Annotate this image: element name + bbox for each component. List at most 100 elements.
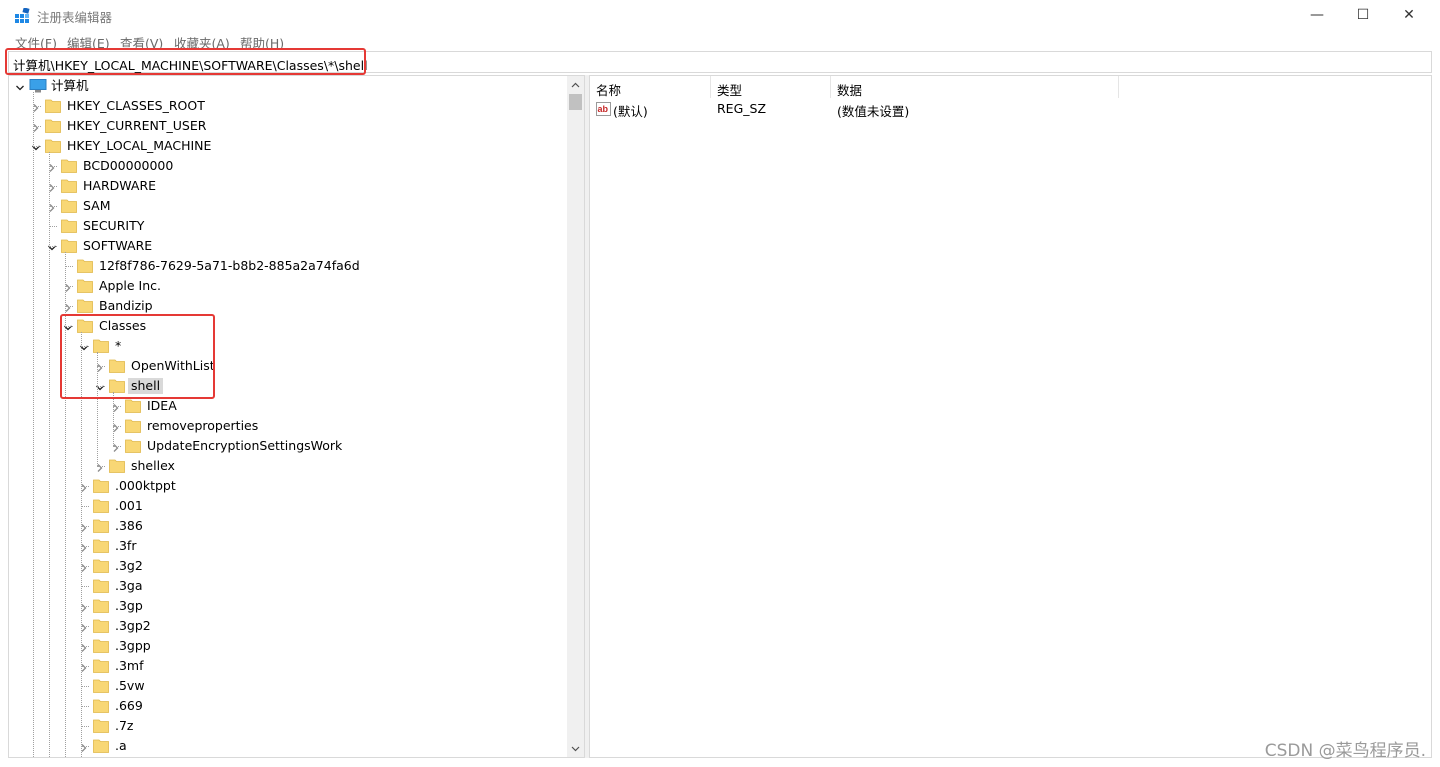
tree-node[interactable]: OpenWithList	[9, 356, 569, 376]
folder-icon	[77, 279, 93, 293]
tree-node[interactable]: removeproperties	[9, 416, 569, 436]
close-button[interactable]: ✕	[1386, 0, 1432, 30]
folder-icon	[93, 739, 109, 753]
tree-connector-line	[81, 706, 89, 707]
address-bar[interactable]: 计算机\HKEY_LOCAL_MACHINE\SOFTWARE\Classes\…	[8, 51, 1432, 73]
folder-icon	[61, 239, 77, 253]
tree-node[interactable]: .3gpp	[9, 636, 569, 656]
tree-node[interactable]: Classes	[9, 316, 569, 336]
tree-connector-line	[81, 606, 89, 607]
scroll-down-button[interactable]	[567, 740, 584, 757]
tree-node-label: .a	[115, 738, 127, 753]
tree-node[interactable]: Bandizip	[9, 296, 569, 316]
tree-node[interactable]: .3gp2	[9, 616, 569, 636]
tree-node-label: SAM	[83, 198, 111, 213]
tree-node[interactable]: .386	[9, 516, 569, 536]
tree-node[interactable]: HKEY_CURRENT_USER	[9, 116, 569, 136]
tree-node[interactable]: BCD00000000	[9, 156, 569, 176]
value-list-pane[interactable]: 名称 类型 数据 ab (默认) REG_SZ (数值未设置)	[589, 75, 1432, 758]
tree-node[interactable]: .5vw	[9, 676, 569, 696]
tree-connector-line	[81, 726, 89, 727]
tree-connector-line	[81, 646, 89, 647]
tree-node[interactable]: SOFTWARE	[9, 236, 569, 256]
folder-icon	[45, 99, 61, 113]
tree-node[interactable]: 12f8f786-7629-5a71-b8b2-885a2a74fa6d	[9, 256, 569, 276]
tree-node[interactable]: HKEY_CLASSES_ROOT	[9, 96, 569, 116]
tree-node[interactable]: .3gp	[9, 596, 569, 616]
tree-node-label: .3gp	[115, 598, 143, 613]
scroll-up-button[interactable]	[567, 76, 584, 93]
address-path[interactable]: 计算机\HKEY_LOCAL_MACHINE\SOFTWARE\Classes\…	[13, 55, 368, 74]
tree-connector-line	[65, 266, 73, 267]
registry-tree-pane[interactable]: .a .7z .669 .5vw .3mf .3gpp .3gp2 .3gp .3ga .3g2.…	[8, 75, 585, 758]
tree-connector-line	[33, 126, 41, 127]
tree-node[interactable]: .3ga	[9, 576, 569, 596]
tree-node[interactable]: IDEA	[9, 396, 569, 416]
string-value-icon: ab	[596, 102, 611, 116]
value-data: (数值未设置)	[837, 104, 910, 119]
folder-icon	[93, 639, 109, 653]
column-header-type[interactable]: 类型	[711, 76, 831, 98]
tree-node-label: .3gp2	[115, 618, 151, 633]
menu-file[interactable]: 文件(F)	[15, 33, 57, 52]
chevron-down-icon[interactable]	[15, 81, 25, 91]
menu-view[interactable]: 查看(V)	[120, 33, 163, 52]
tree-node[interactable]: .a	[9, 736, 569, 756]
minimize-button[interactable]: —	[1294, 0, 1340, 30]
tree-node[interactable]: shell	[9, 376, 569, 396]
tree-connector-line	[33, 92, 34, 757]
menu-help[interactable]: 帮助(H)	[240, 33, 284, 52]
tree-connector-line	[97, 466, 105, 467]
tree-node[interactable]: SECURITY	[9, 216, 569, 236]
tree-node-label-selected: shell	[128, 378, 164, 394]
tree-node-label: .669	[115, 698, 143, 713]
maximize-button[interactable]: ☐	[1340, 0, 1386, 30]
tree-node[interactable]: HARDWARE	[9, 176, 569, 196]
folder-icon	[93, 579, 109, 593]
folder-icon	[93, 499, 109, 513]
tree-connector-line	[65, 326, 73, 327]
tree-node[interactable]: .3mf	[9, 656, 569, 676]
tree-connector-line	[49, 152, 50, 757]
tree-vertical-scrollbar[interactable]	[567, 76, 584, 757]
tree-connector-line	[113, 446, 121, 447]
column-header-data[interactable]: 数据	[831, 76, 1119, 98]
tree-node[interactable]: shellex	[9, 456, 569, 476]
menu-edit[interactable]: 编辑(E)	[67, 33, 110, 52]
column-header-name[interactable]: 名称	[590, 76, 711, 98]
tree-node-label: SOFTWARE	[83, 238, 153, 253]
folder-icon	[77, 259, 93, 273]
value-type: REG_SZ	[717, 101, 767, 116]
tree-root-computer[interactable]: 计算机	[9, 76, 569, 96]
tree-node-label: .000ktppt	[115, 478, 176, 493]
tree-node[interactable]: SAM	[9, 196, 569, 216]
tree-connector-line	[81, 566, 89, 567]
tree-node-label: IDEA	[147, 398, 177, 413]
tree-node-label: UpdateEncryptionSettingsWork	[147, 438, 343, 453]
tree-node[interactable]: *	[9, 336, 569, 356]
tree-node[interactable]: .7z	[9, 716, 569, 736]
tree-node[interactable]: .3fr	[9, 536, 569, 556]
menu-favorites[interactable]: 收藏夹(A)	[174, 33, 230, 52]
tree-node-label: 12f8f786-7629-5a71-b8b2-885a2a74fa6d	[99, 258, 360, 273]
chevron-up-icon	[571, 82, 580, 87]
tree-node[interactable]: .669	[9, 696, 569, 716]
tree-connector-line	[81, 746, 89, 747]
tree-connector-line	[49, 226, 57, 227]
tree-node-label: .3ga	[115, 578, 143, 593]
tree-node[interactable]: HKEY_LOCAL_MACHINE	[9, 136, 569, 156]
tree-node[interactable]: .000ktppt	[9, 476, 569, 496]
tree-node[interactable]: UpdateEncryptionSettingsWork	[9, 436, 569, 456]
scroll-thumb[interactable]	[569, 94, 582, 110]
folder-icon	[93, 699, 109, 713]
tree-connector-line	[81, 486, 89, 487]
tree-node[interactable]: Apple Inc.	[9, 276, 569, 296]
tree-node-label: removeproperties	[147, 418, 259, 433]
tree-node[interactable]: .001	[9, 496, 569, 516]
folder-icon	[93, 539, 109, 553]
folder-icon	[109, 359, 125, 373]
tree-node[interactable]: .3g2	[9, 556, 569, 576]
tree-connector-line	[81, 506, 89, 507]
tree-node-label: .5vw	[115, 678, 145, 693]
tree-connector-line	[81, 626, 89, 627]
